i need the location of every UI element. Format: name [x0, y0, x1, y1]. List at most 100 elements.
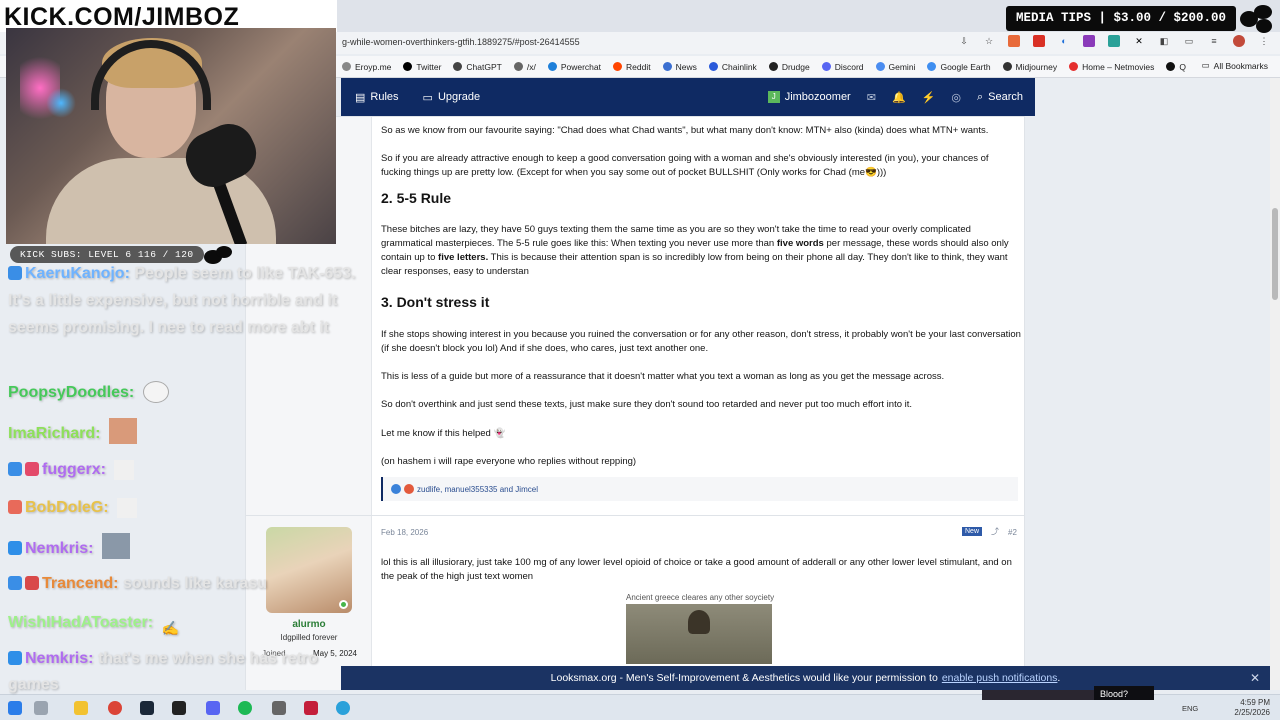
image-caption: Ancient greece cleares any other soyciet… [626, 593, 775, 602]
bookmark-item[interactable]: Discord [821, 61, 864, 72]
bookmark-label: Powerchat [560, 61, 601, 72]
bell-icon[interactable]: 🔔 [892, 91, 906, 104]
bookmark-icon [768, 62, 778, 71]
chrome-icon[interactable] [108, 701, 122, 715]
windows-start-icon[interactable] [8, 701, 22, 715]
bookmark-item[interactable]: Home – Netmovies [1069, 62, 1154, 72]
puzzle-icon[interactable]: ◧ [1158, 35, 1170, 47]
post-number[interactable]: #2 [1008, 528, 1017, 537]
hand-emote-icon: ✍ [161, 620, 179, 636]
inbox-icon[interactable]: ✉ [867, 91, 876, 104]
post-username[interactable]: alurmo [246, 619, 372, 630]
bookmark-icon [513, 62, 523, 71]
post-1-paragraph: So if you are already attractive enough … [381, 153, 989, 178]
rules-icon: ▤ [355, 91, 366, 104]
sidebar-icon[interactable]: ▭ [1183, 35, 1195, 47]
eyes-emote-icon [142, 381, 169, 403]
clock[interactable]: 4:59 PM 2/25/2026 [1234, 698, 1270, 718]
steam-icon[interactable] [140, 701, 154, 715]
haha-reaction-icon [404, 484, 414, 494]
app-icon[interactable] [272, 701, 286, 715]
share-icon[interactable]: ⤴ [991, 526, 999, 537]
bookmark-item[interactable]: Drudge [768, 62, 810, 72]
chat-message: Nemkris: [8, 533, 130, 562]
post-image[interactable] [626, 604, 772, 664]
media-tips-goal: MEDIA TIPS | $3.00 / $200.00 [1006, 6, 1237, 31]
menu-icon[interactable]: ⋮ [1258, 35, 1270, 47]
address-bar-icons: ⇩ ☆ ◐ ✕ ◧ ▭ ≡ ⋮ [958, 35, 1270, 47]
forum-nav: ▤ Rules ▭ Upgrade J Jimbozoomer ✉ 🔔 ⚡ ◎ … [341, 78, 1035, 116]
bookmark-item[interactable]: Midjourney [1002, 62, 1057, 72]
search-icon[interactable] [34, 701, 48, 715]
bookmark-label: Home – Netmovies [1082, 61, 1155, 72]
bookmark-label: Reddit [626, 61, 651, 72]
tab-search-icon[interactable]: ≡ [1208, 35, 1220, 47]
bookmark-icon [708, 62, 718, 71]
bolt-icon[interactable]: ⚡ [922, 91, 936, 104]
reactions-bar[interactable]: zudlife, manuel355335 and Jimcel [381, 477, 1018, 501]
gift-badge-icon [25, 462, 39, 476]
close-icon[interactable]: ✕ [1250, 671, 1260, 685]
bookmark-item[interactable]: Google Earth [927, 62, 991, 72]
page-scrollbar[interactable] [1270, 78, 1280, 690]
bookmark-item[interactable]: Twitter [403, 62, 441, 72]
sub-badge-icon [8, 462, 22, 476]
file-explorer-icon[interactable] [74, 701, 88, 715]
extension-icon[interactable] [1108, 35, 1120, 47]
search-button[interactable]: ⌕ Search [977, 91, 1023, 104]
avatar[interactable] [266, 527, 352, 613]
bookmark-item[interactable]: ChatGPT [453, 62, 502, 72]
bookmark-item[interactable]: News [662, 62, 697, 72]
app-icon[interactable] [206, 701, 220, 715]
extension-icon[interactable] [1008, 35, 1020, 47]
language-indicator[interactable]: ENG [1182, 704, 1198, 713]
extension-icon[interactable]: ✕ [1133, 35, 1145, 47]
upgrade-link[interactable]: ▭ Upgrade [423, 91, 481, 104]
bookmark-item[interactable]: Chainlink [708, 62, 757, 72]
chat-message: Trancend: sounds like karasu [8, 571, 267, 597]
extension-icon[interactable] [1083, 35, 1095, 47]
bookmark-icon [821, 62, 831, 71]
post-1-paragraph: So as we know from our favourite saying:… [381, 125, 989, 136]
cat-icon [1240, 5, 1274, 33]
telegram-icon[interactable] [336, 701, 350, 715]
chat-message: KaeruKanojo: People seem to like TAK-653… [8, 265, 356, 336]
url-text[interactable]: g-while-women-overthinkers-gtfih.1889275… [342, 37, 580, 47]
profile-icon[interactable] [1233, 35, 1245, 47]
toggle-icon[interactable]: ◎ [951, 91, 961, 104]
search-icon: ⌕ [976, 90, 984, 103]
bookmark-item[interactable]: Reddit [613, 62, 651, 72]
bookmark-item[interactable]: Gemini [875, 62, 915, 72]
star-icon[interactable]: ☆ [983, 35, 995, 47]
bookmark-label: Q [1179, 61, 1187, 72]
bookmark-item[interactable]: Eroyp.me [342, 62, 391, 72]
video-overlay-strip [982, 690, 1094, 700]
bookmark-item[interactable]: /x/ [513, 62, 536, 72]
sub-badge-icon [8, 651, 22, 665]
rules-link[interactable]: ▤ Rules [355, 91, 399, 104]
all-bookmarks[interactable]: ▭ All Bookmarks [1202, 60, 1268, 71]
user-menu[interactable]: J Jimbozoomer [767, 91, 851, 103]
bookmark-icon [1002, 62, 1012, 71]
extension-icon[interactable] [1033, 35, 1045, 47]
new-badge: New [962, 527, 983, 536]
sub-badge-icon [8, 541, 22, 555]
bookmark-item[interactable]: Q [1166, 62, 1186, 72]
bookmark-label: Eroyp.me [355, 61, 392, 72]
chat-message: PoopsyDoodles: [8, 380, 169, 406]
enable-push-link[interactable]: enable push notifications [942, 672, 1058, 684]
install-icon[interactable]: ⇩ [958, 35, 970, 47]
bookmark-item[interactable]: Powerchat [547, 61, 601, 72]
scrollbar-thumb[interactable] [1272, 208, 1278, 300]
bookmark-label: Discord [834, 61, 864, 72]
bookmark-icon [403, 62, 413, 71]
bookmark-icon [1069, 62, 1079, 71]
app-icon[interactable] [172, 701, 186, 715]
app-icon[interactable] [304, 701, 318, 715]
bookmark-icon [613, 62, 622, 71]
folder-icon: ▭ [1201, 60, 1210, 70]
spotify-icon[interactable] [238, 701, 252, 715]
extension-icon[interactable]: ◐ [1058, 35, 1070, 47]
ghost-emoji-icon: 👻 [493, 428, 506, 439]
post-date[interactable]: Feb 18, 2026 [381, 528, 428, 537]
